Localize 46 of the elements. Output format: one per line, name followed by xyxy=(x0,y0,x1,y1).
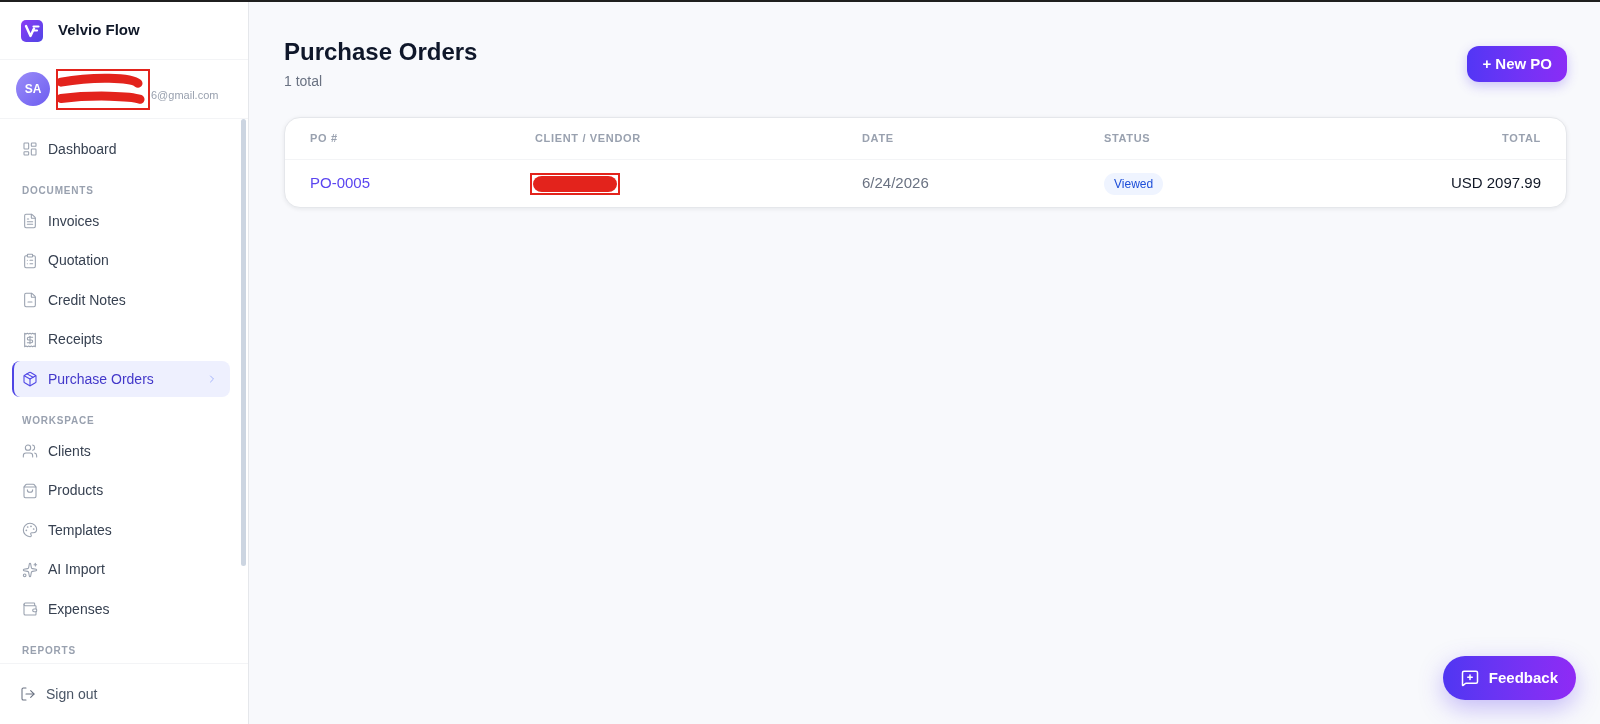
nav-item[interactable]: AI Import xyxy=(12,551,230,588)
section-label: DOCUMENTS xyxy=(21,184,95,198)
scrollbar-thumb[interactable] xyxy=(241,119,246,566)
column-header: PO # xyxy=(310,131,338,147)
column-header: STATUS xyxy=(1104,131,1151,147)
nav-item[interactable]: Clients xyxy=(12,433,230,469)
nav-item[interactable]: Expenses xyxy=(12,591,230,627)
nav-item[interactable]: Purchase Orders xyxy=(12,361,230,397)
user-avatar: SA xyxy=(16,72,50,106)
nav-item[interactable]: Invoices xyxy=(12,203,230,239)
page-subtitle: 1 total xyxy=(284,72,324,91)
column-header: DATE xyxy=(862,131,894,147)
nav-item[interactable]: Receipts xyxy=(12,321,230,358)
sign-out-icon xyxy=(20,686,36,702)
box-icon xyxy=(22,371,38,387)
document-minus-icon xyxy=(22,292,38,308)
section-label: WORKSPACE xyxy=(21,414,96,428)
nav-item[interactable]: Dashboard xyxy=(12,131,230,167)
clipboard-icon xyxy=(22,252,38,269)
users-icon xyxy=(22,443,38,459)
user-email: 6@gmail.com xyxy=(151,88,219,103)
nav-item[interactable]: Quotation xyxy=(12,242,230,279)
total-cell-text: USD 2097.99 xyxy=(1450,173,1541,194)
feedback-button[interactable]: Feedback xyxy=(1442,656,1576,700)
sparkles-icon xyxy=(22,561,38,578)
sign-out-button[interactable]: Sign out xyxy=(20,683,98,705)
new-po-button[interactable]: + New PO xyxy=(1467,46,1567,82)
grid-icon xyxy=(22,141,38,157)
document-icon xyxy=(22,213,38,229)
app-logo-icon xyxy=(21,19,43,42)
shopping-bag-icon xyxy=(22,482,38,499)
nav-item[interactable]: Credit Notes xyxy=(12,282,230,318)
po-number-link[interactable]: PO-0005 xyxy=(310,172,371,195)
date-cell-text: 6/24/2026 xyxy=(862,173,929,194)
column-header: CLIENT / VENDOR xyxy=(535,131,641,147)
status-badge: Viewed xyxy=(1104,172,1164,195)
nav-item[interactable]: Templates xyxy=(12,512,230,548)
palette-icon xyxy=(22,522,38,538)
wallet-icon xyxy=(22,601,38,617)
page-title: Purchase Orders xyxy=(284,37,478,67)
app-name: Velvio Flow xyxy=(58,20,140,41)
nav-item[interactable]: Products xyxy=(12,472,230,509)
message-plus-icon xyxy=(1460,669,1479,687)
column-header: TOTAL xyxy=(1502,131,1541,147)
section-label: REPORTS xyxy=(21,644,77,658)
receipt-icon xyxy=(22,331,38,348)
